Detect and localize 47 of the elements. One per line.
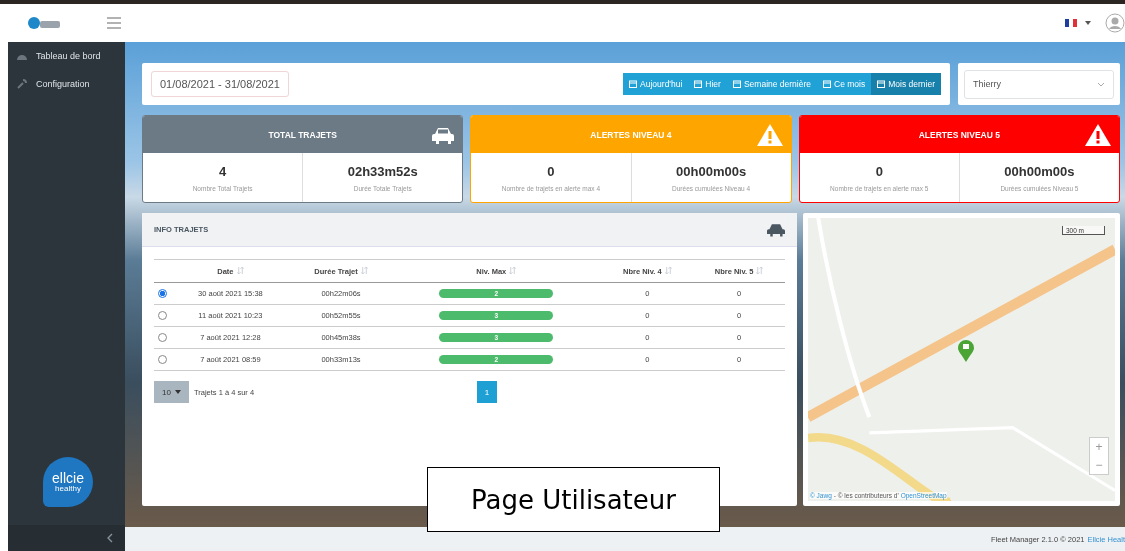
calendar-icon bbox=[629, 80, 638, 88]
user-avatar-icon[interactable] bbox=[1105, 13, 1125, 33]
row-radio[interactable] bbox=[157, 355, 167, 365]
sort-icon[interactable] bbox=[360, 266, 368, 274]
stat-value: 00h00m00s bbox=[676, 163, 747, 179]
menu-icon[interactable] bbox=[107, 17, 121, 29]
chevron-left-icon bbox=[107, 533, 113, 543]
car-icon bbox=[767, 222, 785, 237]
page-size-dropdown[interactable]: 10 bbox=[154, 381, 189, 403]
sort-icon[interactable] bbox=[664, 266, 672, 274]
car-icon bbox=[432, 125, 455, 144]
stat-value: 4 bbox=[218, 163, 227, 179]
user-select[interactable]: Thierry bbox=[964, 69, 1114, 99]
stat-value: 00h00m00s bbox=[1004, 163, 1075, 179]
stat-title: ALERTES NIVEAU 4 bbox=[590, 129, 672, 140]
warning-icon bbox=[756, 123, 783, 146]
stat-value: 0 bbox=[875, 163, 883, 179]
row-radio[interactable] bbox=[157, 333, 167, 343]
calendar-icon bbox=[732, 80, 741, 88]
warning-icon bbox=[1085, 123, 1111, 146]
stat-value: 0 bbox=[547, 163, 555, 179]
logo-icon bbox=[27, 15, 61, 31]
calendar-icon bbox=[877, 80, 886, 88]
chevron-down-icon bbox=[1097, 81, 1105, 87]
calendar-icon bbox=[694, 80, 703, 88]
calendar-icon bbox=[823, 80, 832, 88]
sort-icon[interactable] bbox=[236, 266, 244, 274]
date-range-button[interactable]: Mois dernier bbox=[871, 73, 941, 95]
wrench-icon bbox=[17, 79, 27, 89]
stat-title: ALERTES NIVEAU 5 bbox=[918, 129, 1000, 140]
sort-icon[interactable] bbox=[756, 266, 764, 274]
caret-icon[interactable] bbox=[1085, 21, 1091, 25]
sort-icon[interactable] bbox=[509, 266, 517, 274]
caret-icon bbox=[174, 390, 181, 394]
stat-value: 02h33m52s bbox=[347, 163, 418, 179]
gauge-icon bbox=[17, 52, 27, 60]
stat-title: TOTAL TRAJETS bbox=[268, 129, 337, 140]
sidebar-item[interactable]: Tableau de bord bbox=[8, 42, 125, 70]
caption-label: Page Utilisateur bbox=[427, 467, 720, 532]
row-radio[interactable] bbox=[157, 311, 167, 321]
row-radio[interactable] bbox=[157, 289, 167, 299]
page-button[interactable]: 1 bbox=[477, 381, 497, 404]
sidebar-item[interactable]: Configuration bbox=[8, 70, 125, 98]
map-pin-icon bbox=[958, 340, 974, 362]
date-range-field[interactable]: 01/08/2021 - 31/08/2021 bbox=[151, 71, 289, 97]
flag-icon[interactable] bbox=[1065, 19, 1077, 27]
brand-logo: ellcie healthy bbox=[43, 457, 93, 507]
